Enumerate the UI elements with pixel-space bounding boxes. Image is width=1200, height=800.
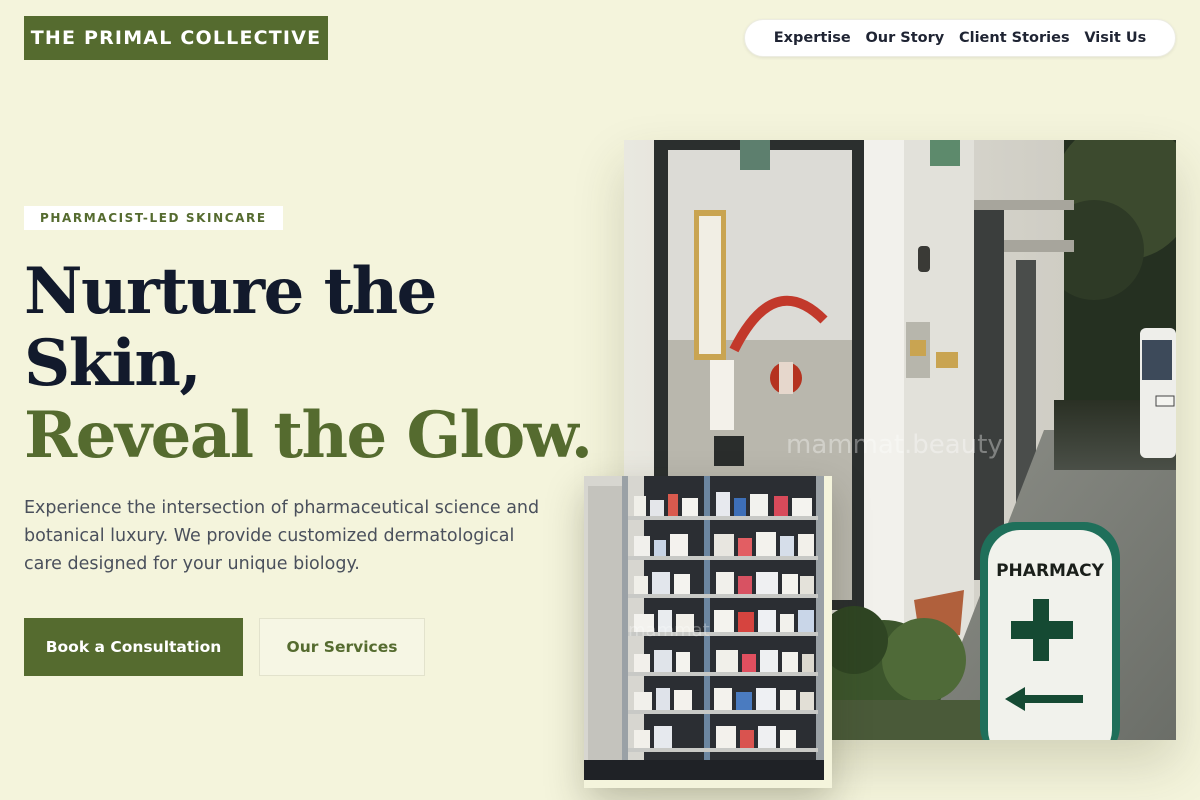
pharmacy-sign-text: PHARMACY [996, 561, 1104, 581]
headline-line-3: Reveal the Glow. [24, 398, 593, 473]
headline-line-2: Skin, [24, 326, 202, 401]
book-consultation-button[interactable]: Book a Consultation [24, 618, 243, 676]
hero-eyebrow-badge: PHARMACIST-LED SKINCARE [24, 206, 283, 230]
pharmacy-sign [980, 522, 1120, 740]
hero-description: Experience the intersection of pharmaceu… [24, 498, 540, 574]
nav-link-client-stories[interactable]: Client Stories [959, 30, 1070, 46]
inset-image-watermark: mammat [628, 620, 710, 641]
nav-link-expertise[interactable]: Expertise [774, 30, 851, 46]
hero-headline: Nurture the Skin, Reveal the Glow. [24, 254, 593, 473]
main-image-watermark: mammat.beauty [786, 430, 1003, 460]
our-services-button[interactable]: Our Services [259, 618, 425, 676]
nav-link-visit-us[interactable]: Visit Us [1084, 30, 1146, 46]
pharmacy-shelves-image: mammat [584, 476, 832, 788]
headline-line-1: Nurture the [24, 254, 437, 329]
brand-logo[interactable]: THE PRIMAL COLLECTIVE [24, 16, 328, 60]
nav-link-our-story[interactable]: Our Story [865, 30, 944, 46]
main-nav: Expertise Our Story Client Stories Visit… [744, 19, 1176, 57]
